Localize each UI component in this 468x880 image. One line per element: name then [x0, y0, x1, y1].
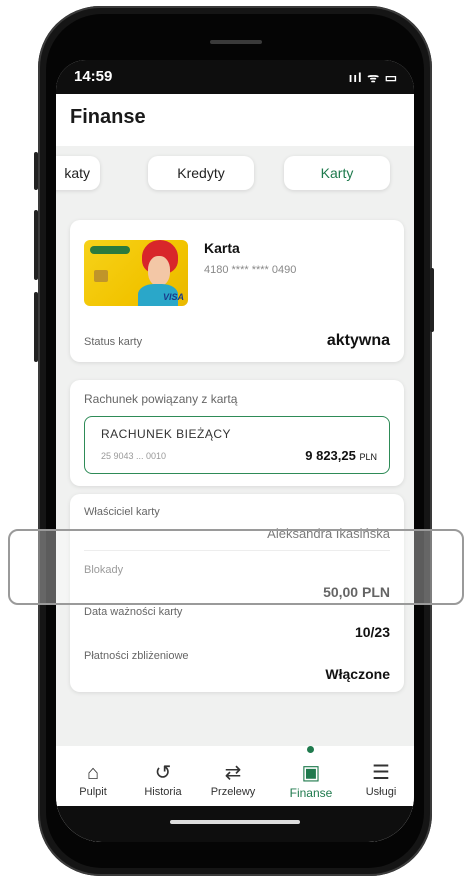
- phone-side-button-left-2: [34, 210, 38, 280]
- transfer-icon: ⇄: [224, 762, 242, 784]
- card-status-value: aktywna: [326, 332, 390, 349]
- services-icon: ☰: [372, 762, 390, 784]
- home-indicator-bar: [56, 806, 414, 842]
- status-bar: 14:59 ııl ᯤ ▭: [56, 60, 414, 94]
- linked-account-panel: Rachunek powiązany z kartą RACHUNEK BIEŻ…: [70, 380, 404, 486]
- app-bar: Finanse: [56, 94, 414, 146]
- phone-side-button-left-1: [34, 152, 38, 190]
- nav-label: Przelewy: [210, 786, 256, 798]
- card-name: Karta: [204, 240, 240, 256]
- account-tile[interactable]: RACHUNEK BIEŻĄCY 25 9043 ... 0010 9 823,…: [84, 416, 390, 474]
- page-title: Finanse: [70, 106, 146, 128]
- nav-label: Pulpit: [79, 786, 107, 798]
- tab-lokaty[interactable]: katy: [56, 156, 100, 190]
- highlight-frame: [8, 529, 464, 605]
- phone-side-button-left-3: [34, 292, 38, 362]
- home-icon: ⌂: [86, 762, 100, 784]
- card-info-panel: VISA Karta 4180 **** **** 0490 Status ka…: [70, 220, 404, 362]
- owner-label: Właściciel karty: [84, 506, 160, 518]
- finance-icon: ▣: [301, 762, 321, 784]
- screen: 14:59 ııl ᯤ ▭ Finanse katy Kredyty Karty…: [56, 60, 414, 842]
- tab-kredyty[interactable]: Kredyty: [148, 156, 254, 190]
- visa-logo: VISA: [162, 292, 184, 302]
- contactless-value: Włączone: [325, 666, 390, 682]
- main-content: katy Kredyty Karty VISA Karta 4180 **** …: [56, 146, 414, 746]
- account-number: 25 9043 ... 0010: [101, 451, 167, 461]
- nav-item-pulpit[interactable]: ⌂ Pulpit: [58, 760, 128, 798]
- account-balance-amount: 9 823,25: [305, 448, 356, 463]
- nav-item-uslugi[interactable]: ☰ Usługi: [346, 760, 414, 798]
- phone-side-button-right: [430, 268, 434, 332]
- card-image: VISA: [84, 240, 188, 306]
- card-chip-icon: [94, 270, 108, 282]
- nav-label: Historia: [144, 786, 182, 798]
- phone-speaker: [210, 40, 262, 44]
- tab-label: Kredyty: [177, 165, 225, 181]
- expiry-label: Data ważności karty: [84, 606, 183, 618]
- expiry-value: 10/23: [354, 624, 390, 640]
- account-balance: 9 823,25 PLN: [305, 448, 377, 463]
- card-status-label: Status karty: [84, 336, 143, 348]
- history-icon: ↺: [154, 762, 172, 784]
- card-number: 4180 **** **** 0490: [204, 264, 297, 276]
- active-indicator: [307, 746, 314, 753]
- nav-label: Finanse: [289, 786, 333, 800]
- linked-account-label: Rachunek powiązany z kartą: [84, 392, 238, 406]
- account-balance-currency: PLN: [359, 452, 377, 462]
- nav-item-historia[interactable]: ↺ Historia: [128, 760, 198, 798]
- home-indicator[interactable]: [170, 820, 300, 824]
- tab-label: katy: [64, 165, 90, 181]
- account-name: RACHUNEK BIEŻĄCY: [101, 427, 232, 441]
- nav-item-przelewy[interactable]: ⇄ Przelewy: [198, 760, 268, 798]
- tab-label: Karty: [320, 165, 354, 181]
- card-artwork-face: [148, 256, 170, 286]
- status-time: 14:59: [74, 68, 113, 85]
- status-icons: ııl ᯤ ▭: [348, 70, 398, 85]
- contactless-label: Płatności zbliżeniowe: [84, 650, 189, 662]
- bank-logo-icon: [90, 246, 130, 254]
- nav-item-finanse[interactable]: ▣ Finanse: [276, 760, 346, 800]
- nav-label: Usługi: [365, 786, 397, 798]
- tab-karty[interactable]: Karty: [284, 156, 390, 190]
